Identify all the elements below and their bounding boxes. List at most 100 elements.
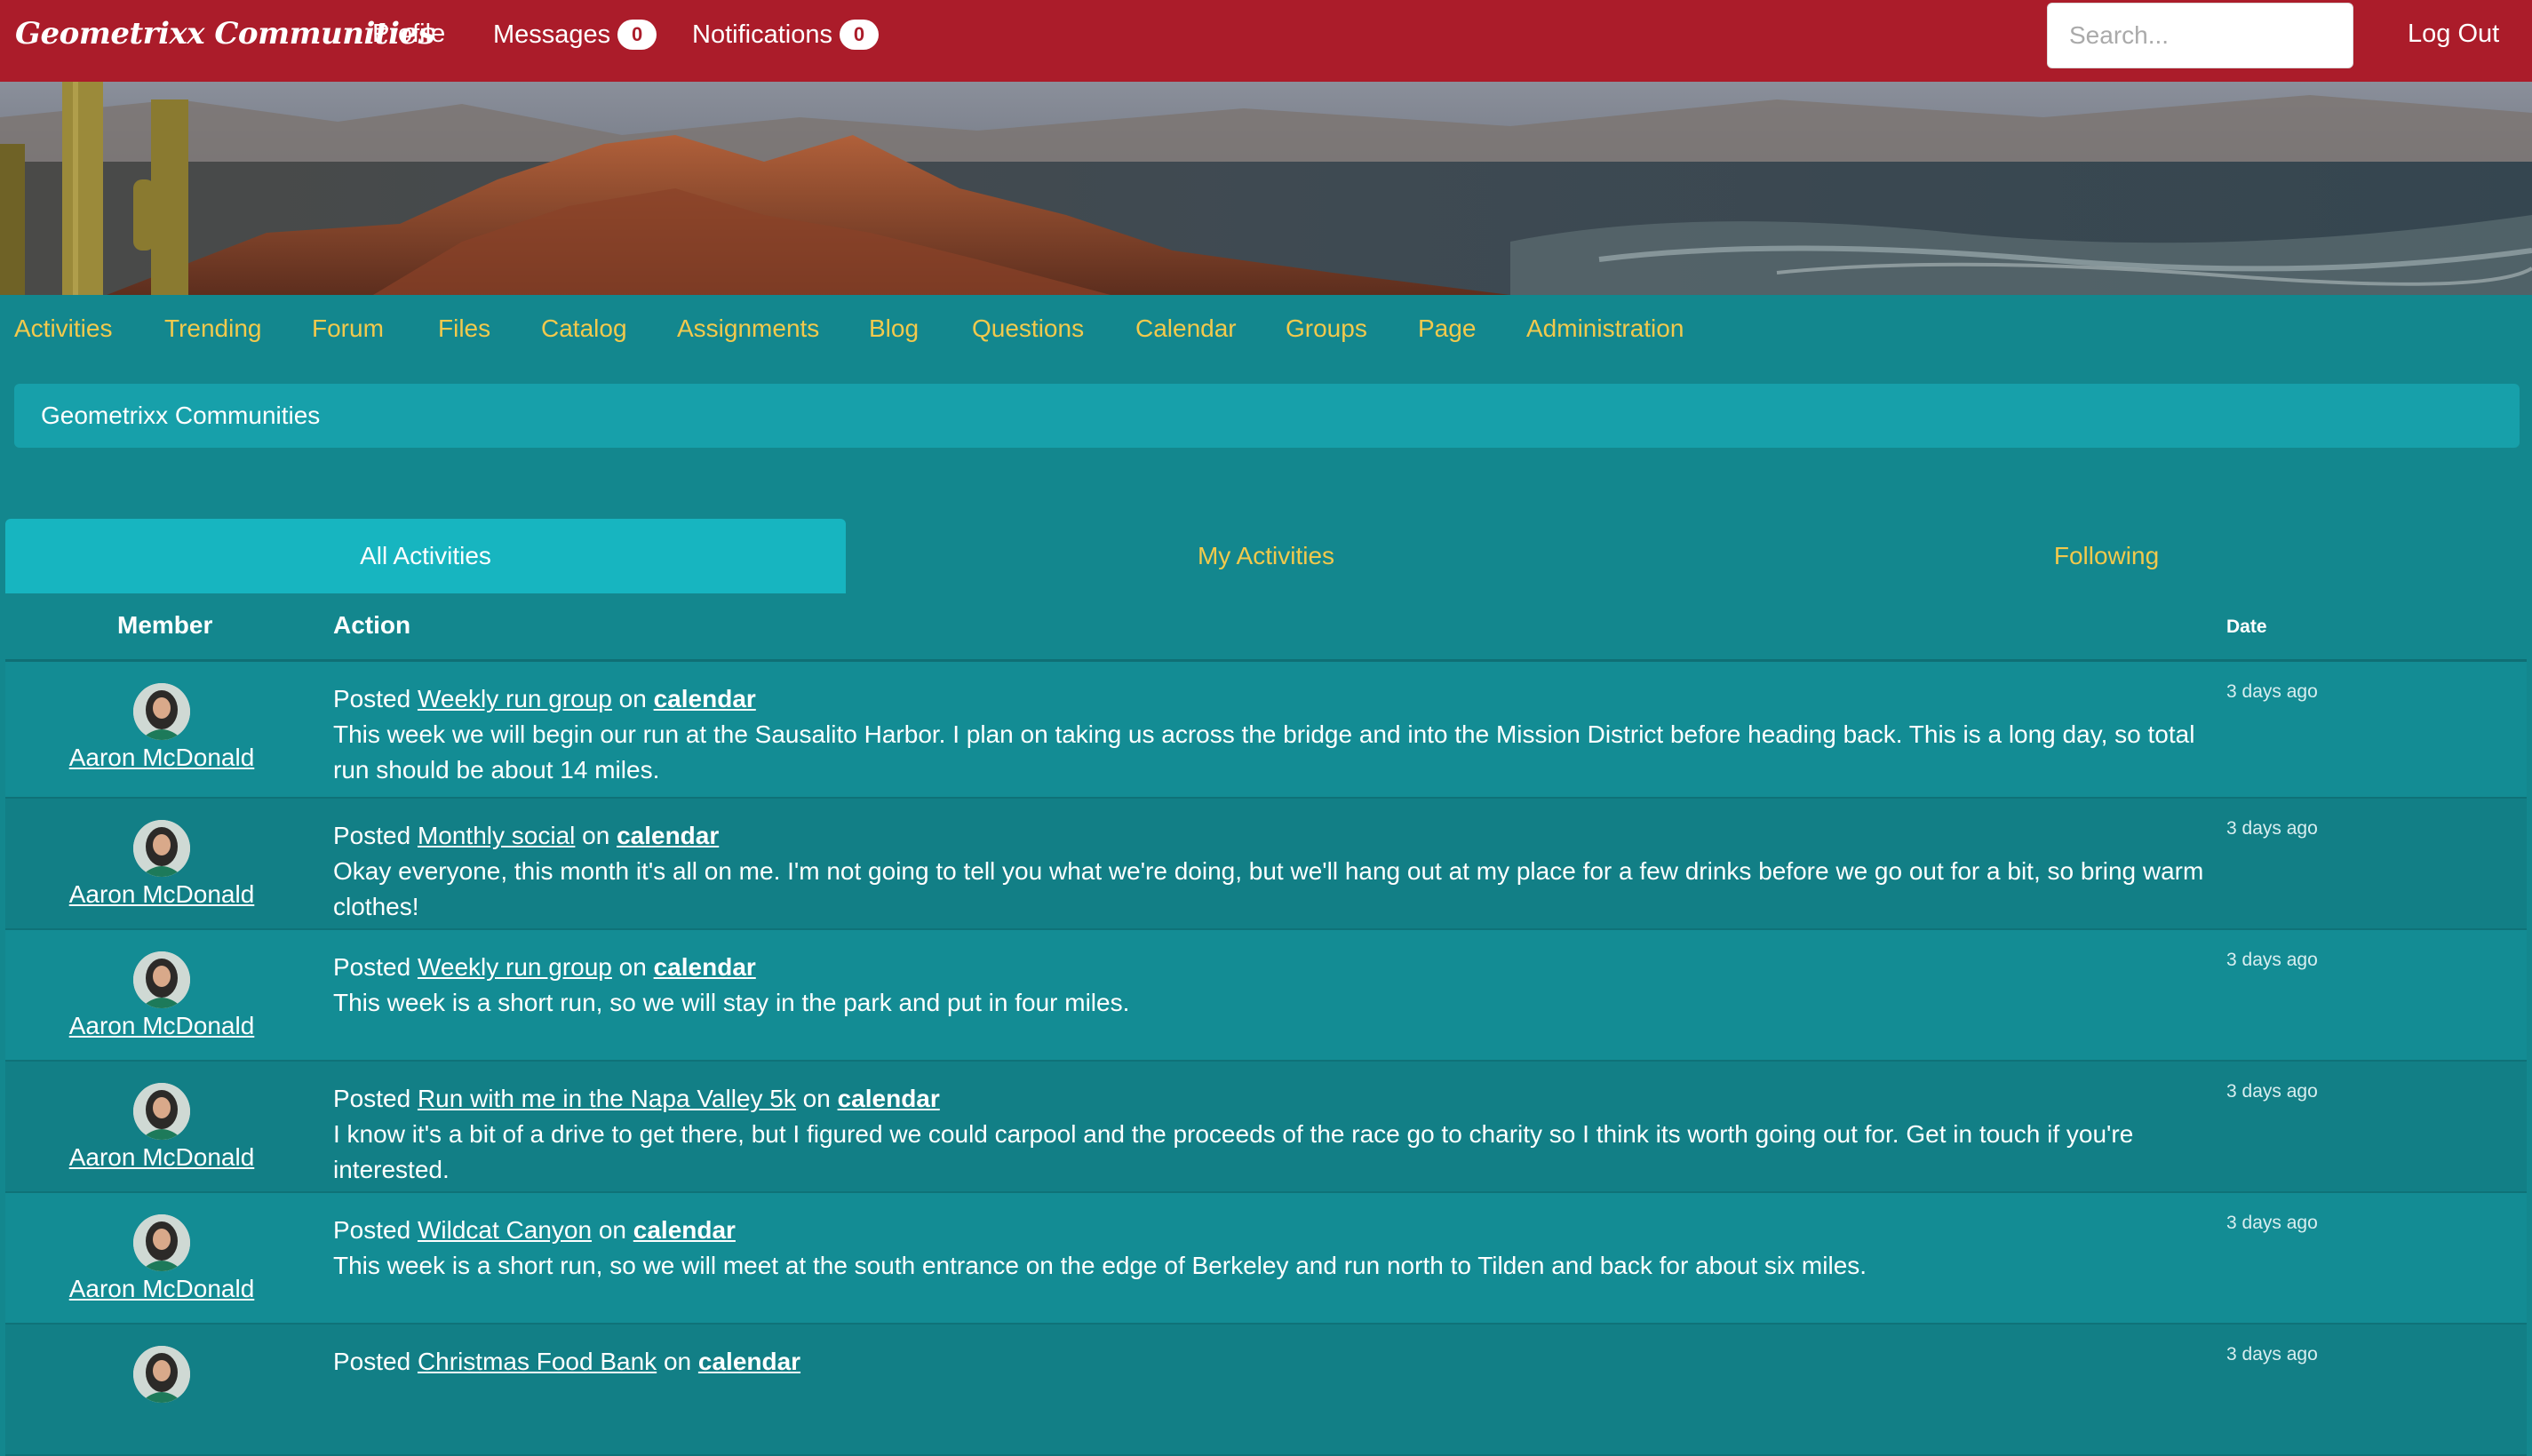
avatar[interactable] (133, 1214, 190, 1271)
action-verb: Posted (333, 1216, 411, 1244)
table-row: Posted Christmas Food Bank on calendar 3… (5, 1325, 2527, 1456)
section-nav-blog[interactable]: Blog (869, 314, 919, 343)
activity-target-link[interactable]: calendar (633, 1216, 736, 1244)
section-nav: Activities Trending Forum Files Catalog … (0, 295, 2532, 366)
activity-description: This week is a short run, so we will mee… (333, 1252, 1867, 1279)
member-cell: Aaron McDonald (5, 1214, 318, 1303)
activity-target-link[interactable]: calendar (838, 1085, 940, 1112)
activity-date: 3 days ago (2226, 950, 2318, 970)
section-nav-groups[interactable]: Groups (1286, 314, 1367, 343)
column-header-date: Date (2226, 617, 2267, 637)
table-row: Aaron McDonald Posted Weekly run group o… (5, 662, 2527, 799)
nav-profile[interactable]: Profile (372, 20, 445, 49)
column-header-member: Member (117, 611, 213, 639)
breadcrumb-current[interactable]: Geometrixx Communities (41, 402, 320, 430)
table-row: Aaron McDonald Posted Weekly run group o… (5, 930, 2527, 1062)
action-cell: Posted Christmas Food Bank on calendar (333, 1344, 2208, 1380)
action-cell: Posted Wildcat Canyon on calendar This w… (333, 1213, 2208, 1284)
member-name-link[interactable]: Aaron McDonald (69, 1275, 255, 1303)
activity-description: This week is a short run, so we will sta… (333, 989, 1130, 1016)
activity-title-link[interactable]: Monthly social (418, 822, 575, 849)
activity-date: 3 days ago (2226, 1344, 2318, 1365)
activity-date: 3 days ago (2226, 818, 2318, 839)
activity-date: 3 days ago (2226, 1213, 2318, 1233)
table-row: Aaron McDonald Posted Wildcat Canyon on … (5, 1193, 2527, 1325)
avatar[interactable] (133, 683, 190, 740)
member-cell: Aaron McDonald (5, 1083, 318, 1172)
action-cell: Posted Run with me in the Napa Valley 5k… (333, 1081, 2208, 1188)
section-nav-trending[interactable]: Trending (164, 314, 261, 343)
hero-banner-image (0, 82, 2532, 295)
member-cell: Aaron McDonald (5, 683, 318, 772)
section-nav-assignments[interactable]: Assignments (677, 314, 819, 343)
nav-messages[interactable]: Messages 0 (493, 20, 657, 50)
activity-description: Okay everyone, this month it's all on me… (333, 857, 2204, 920)
nav-profile-label: Profile (372, 20, 446, 48)
nav-notifications[interactable]: Notifications 0 (692, 20, 879, 50)
action-verb: Posted (333, 685, 411, 712)
action-on: on (618, 685, 647, 712)
activity-title-link[interactable]: Wildcat Canyon (418, 1216, 592, 1244)
action-on: on (663, 1348, 692, 1375)
activity-tabs: All Activities My Activities Following (5, 519, 2527, 593)
activity-description: This week we will begin our run at the S… (333, 720, 2195, 784)
activity-title-link[interactable]: Run with me in the Napa Valley 5k (418, 1085, 796, 1112)
action-cell: Posted Weekly run group on calendar This… (333, 950, 2208, 1021)
tab-following[interactable]: Following (1686, 519, 2527, 593)
action-verb: Posted (333, 1085, 411, 1112)
avatar[interactable] (133, 1346, 190, 1403)
tab-all-activities[interactable]: All Activities (5, 519, 846, 593)
action-on: on (582, 822, 610, 849)
action-verb: Posted (333, 1348, 411, 1375)
section-nav-activities[interactable]: Activities (14, 314, 112, 343)
action-verb: Posted (333, 822, 411, 849)
action-on: on (802, 1085, 831, 1112)
logout-link[interactable]: Log Out (2408, 20, 2499, 49)
member-cell: Aaron McDonald (5, 951, 318, 1040)
action-on: on (618, 953, 647, 981)
member-name-link[interactable]: Aaron McDonald (69, 880, 255, 909)
activity-date: 3 days ago (2226, 1081, 2318, 1102)
section-nav-questions[interactable]: Questions (972, 314, 1084, 343)
column-header-action: Action (333, 611, 411, 639)
section-nav-files[interactable]: Files (438, 314, 490, 343)
nav-messages-label: Messages (493, 20, 611, 49)
member-name-link[interactable]: Aaron McDonald (69, 1143, 255, 1172)
section-nav-calendar[interactable]: Calendar (1135, 314, 1237, 343)
notifications-count-badge: 0 (839, 20, 879, 50)
avatar[interactable] (133, 820, 190, 877)
activity-target-link[interactable]: calendar (698, 1348, 800, 1375)
table-row: Aaron McDonald Posted Monthly social on … (5, 799, 2527, 930)
activity-target-link[interactable]: calendar (617, 822, 719, 849)
member-cell (5, 1346, 318, 1406)
section-nav-forum[interactable]: Forum (312, 314, 384, 343)
activity-target-link[interactable]: calendar (654, 685, 756, 712)
activity-title-link[interactable]: Weekly run group (418, 953, 612, 981)
action-verb: Posted (333, 953, 411, 981)
section-nav-catalog[interactable]: Catalog (541, 314, 627, 343)
table-header: Member Action Date (5, 593, 2527, 662)
section-nav-page[interactable]: Page (1418, 314, 1476, 343)
search-input[interactable] (2047, 3, 2353, 68)
avatar[interactable] (133, 951, 190, 1008)
activity-description: I know it's a bit of a drive to get ther… (333, 1120, 2134, 1183)
table-row: Aaron McDonald Posted Run with me in the… (5, 1062, 2527, 1193)
breadcrumb: Geometrixx Communities (14, 384, 2520, 448)
member-name-link[interactable]: Aaron McDonald (69, 1012, 255, 1040)
action-cell: Posted Monthly social on calendar Okay e… (333, 818, 2208, 925)
nav-notifications-label: Notifications (692, 20, 832, 49)
activity-target-link[interactable]: calendar (654, 953, 756, 981)
top-navbar: Geometrixx Communities Profile Messages … (0, 0, 2532, 82)
member-cell: Aaron McDonald (5, 820, 318, 909)
action-cell: Posted Weekly run group on calendar This… (333, 681, 2208, 788)
section-nav-administration[interactable]: Administration (1526, 314, 1684, 343)
tab-my-activities[interactable]: My Activities (846, 519, 1686, 593)
avatar[interactable] (133, 1083, 190, 1140)
action-on: on (598, 1216, 626, 1244)
activity-title-link[interactable]: Christmas Food Bank (418, 1348, 657, 1375)
activity-date: 3 days ago (2226, 681, 2318, 702)
activity-title-link[interactable]: Weekly run group (418, 685, 612, 712)
activity-table: Member Action Date Aaron McDonald Posted… (5, 593, 2527, 1456)
messages-count-badge: 0 (617, 20, 657, 50)
member-name-link[interactable]: Aaron McDonald (69, 744, 255, 772)
